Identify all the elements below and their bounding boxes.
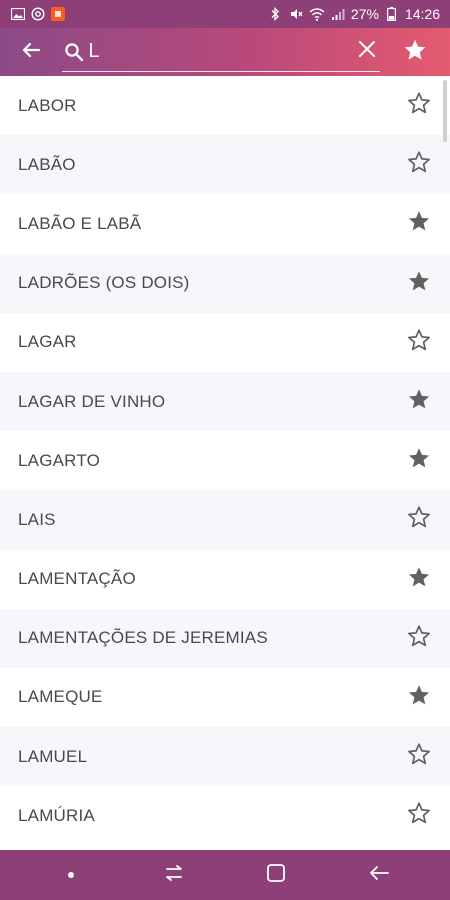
item-label: LABOR (18, 95, 77, 115)
list-item[interactable]: LAMUEL (0, 727, 450, 787)
favorite-toggle-button[interactable] (404, 268, 434, 298)
item-label: LAMÚRIA (18, 805, 95, 825)
item-label: LAGARTO (18, 450, 101, 470)
wifi-icon (309, 6, 325, 22)
image-icon (10, 6, 26, 22)
star-filled-icon (407, 269, 431, 298)
status-system: 27% 14:26 (267, 6, 440, 22)
star-filled-icon (407, 387, 431, 416)
clear-search-button[interactable] (353, 35, 380, 69)
list-item[interactable]: LABOR (0, 76, 450, 135)
search-icon (64, 39, 84, 65)
system-nav-bar (0, 850, 450, 900)
list-item[interactable]: LAMENTAÇÕES DE JEREMIAS (0, 608, 450, 668)
list-item[interactable]: LABÃO (0, 135, 450, 195)
favorite-toggle-button[interactable] (404, 91, 434, 121)
nav-dot-button[interactable] (41, 850, 101, 900)
item-label: LAMENTAÇÕES DE JEREMIAS (18, 628, 268, 648)
back-button[interactable] (0, 28, 62, 76)
battery-icon (384, 6, 400, 22)
home-square-icon (266, 863, 286, 888)
battery-percent: 27% (350, 6, 379, 22)
recent-apps-button[interactable] (144, 850, 204, 900)
item-label: LAIS (18, 509, 56, 529)
list-item[interactable]: LAMEQUE (0, 668, 450, 727)
star-outline-icon (407, 150, 431, 179)
favorite-toggle-button[interactable] (404, 505, 434, 535)
favorite-toggle-button[interactable] (404, 327, 434, 357)
favorite-toggle-button[interactable] (404, 742, 434, 772)
favorite-toggle-button[interactable] (404, 564, 434, 594)
home-button[interactable] (246, 850, 306, 900)
star-icon (403, 38, 427, 67)
star-outline-icon (407, 624, 431, 653)
favorite-toggle-button[interactable] (404, 209, 434, 239)
clock: 14:26 (404, 6, 440, 22)
item-label: LAMUEL (18, 746, 88, 766)
favorite-toggle-button[interactable] (404, 446, 434, 476)
list-item[interactable]: LAMENTAÇÃO (0, 550, 450, 609)
list-item[interactable]: LADRÕES (OS DOIS) (0, 253, 450, 313)
bluetooth-icon (267, 6, 283, 22)
list-item[interactable]: LAGAR (0, 313, 450, 372)
star-outline-icon (407, 505, 431, 534)
list-item[interactable]: LAMÚRIA (0, 786, 450, 845)
star-outline-icon (407, 742, 431, 771)
star-filled-icon (407, 446, 431, 475)
favorite-toggle-button[interactable] (404, 387, 434, 417)
signal-icon (330, 6, 346, 22)
result-list: LABOR LABÃO LABÃO E LABÃ LADRÕES (OS DOIS) L… (0, 76, 450, 850)
favorites-button[interactable] (380, 28, 450, 76)
recent-apps-icon (163, 864, 185, 887)
favorite-toggle-button[interactable] (404, 801, 434, 831)
nav-back-button[interactable] (349, 850, 409, 900)
item-label: LAGAR (18, 332, 77, 352)
scrollbar[interactable] (443, 80, 447, 142)
star-filled-icon (407, 565, 431, 594)
favorite-toggle-button[interactable] (404, 682, 434, 712)
status-bar: 27% 14:26 (0, 0, 450, 28)
search-field (62, 32, 380, 72)
item-label: LAMENTAÇÃO (18, 569, 136, 589)
star-outline-icon (407, 328, 431, 357)
app-notification-icon (50, 6, 66, 22)
item-label: LAMEQUE (18, 687, 103, 707)
at-icon (30, 6, 46, 22)
search-input[interactable] (84, 36, 354, 67)
arrow-left-icon (21, 40, 41, 65)
list-item[interactable]: LAGARTO (0, 431, 450, 490)
item-label: LABÃO (18, 154, 76, 174)
search-app-bar (0, 28, 450, 76)
close-icon (358, 40, 376, 63)
list-item[interactable]: LAGAR DE VINHO (0, 371, 450, 432)
favorite-toggle-button[interactable] (404, 623, 434, 653)
item-label: LABÃO E LABÃ (18, 213, 142, 233)
back-arrow-icon (368, 864, 390, 887)
star-filled-icon (407, 209, 431, 238)
favorite-toggle-button[interactable] (404, 150, 434, 180)
list-item[interactable]: LABÃO E LABÃ (0, 194, 450, 253)
star-outline-icon (407, 91, 431, 120)
item-label: LADRÕES (OS DOIS) (18, 273, 190, 293)
item-label: LAGAR DE VINHO (18, 391, 166, 411)
mute-icon (288, 6, 304, 22)
status-notifications (10, 6, 66, 22)
star-filled-icon (407, 683, 431, 712)
dot-icon (67, 866, 75, 884)
star-outline-icon (407, 801, 431, 830)
list-item[interactable]: LAIS (0, 490, 450, 550)
